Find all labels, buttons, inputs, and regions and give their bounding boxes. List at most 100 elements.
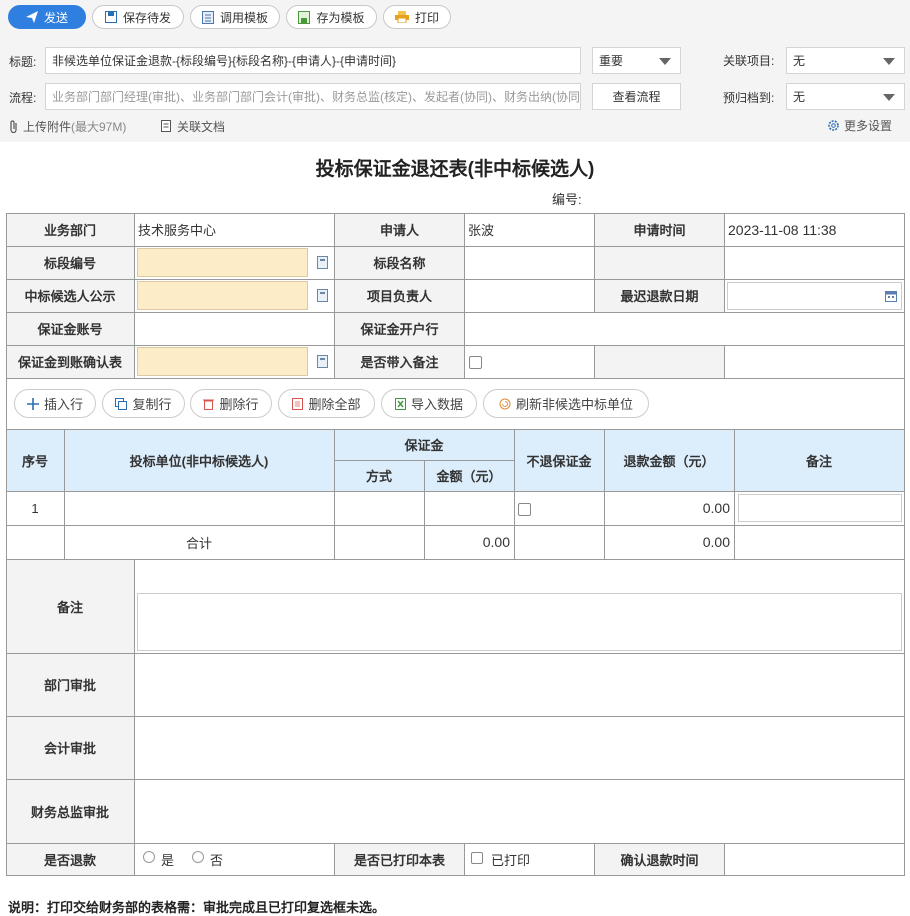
archive-select[interactable]: 无 <box>786 83 905 110</box>
plus-icon <box>26 397 39 410</box>
excel-icon <box>394 397 406 410</box>
print-button[interactable]: 打印 <box>383 5 451 29</box>
applicant-label: 申请人 <box>379 223 419 238</box>
copy-icon <box>115 397 128 410</box>
send-button[interactable]: 发送 <box>8 5 86 29</box>
total-label: 合计 <box>185 535 212 551</box>
priority-select[interactable]: 重要 <box>592 47 681 74</box>
grid-line <box>6 653 905 654</box>
delete-all-button[interactable]: 删除全部 <box>278 389 375 418</box>
grid-line <box>6 559 905 560</box>
upload-label: 上传附件 <box>23 120 72 134</box>
note-textarea[interactable] <box>137 593 902 651</box>
total-amount: 0.00 <box>482 534 510 550</box>
archive-label: 预归档到: <box>723 91 775 105</box>
calendar-icon[interactable] <box>885 290 897 302</box>
grid-line <box>594 345 595 379</box>
candidate-label: 中标候选人公示 <box>24 289 116 304</box>
grid-line <box>6 779 905 780</box>
confirm-label: 保证金到账确认表 <box>17 355 122 370</box>
grid-line <box>724 345 725 379</box>
related-doc-label: 关联文档 <box>177 120 226 134</box>
copy-row-button[interactable]: 复制行 <box>102 389 185 418</box>
send-label: 发送 <box>43 10 68 25</box>
dept-approval-label: 部门审批 <box>43 678 96 693</box>
priority-value: 重要 <box>599 54 624 68</box>
trash-icon <box>203 399 215 410</box>
insert-row-button[interactable]: 插入行 <box>14 389 96 418</box>
confirm-input[interactable] <box>137 347 308 376</box>
save-template-button[interactable]: 存为模板 <box>286 5 377 29</box>
refund-deadline-input[interactable] <box>727 282 902 310</box>
save-template-icon <box>298 10 311 24</box>
row1-no-refund-checkbox[interactable] <box>518 503 531 516</box>
refresh-units-label: 刷新非候选中标单位 <box>515 397 633 412</box>
save-draft-button[interactable]: 保存待发 <box>92 5 184 29</box>
import-data-button[interactable]: 导入数据 <box>381 389 477 418</box>
calculator-icon[interactable] <box>317 256 328 269</box>
copy-row-label: 复制行 <box>132 397 172 412</box>
floppy-icon <box>104 11 117 23</box>
view-flow-button[interactable]: 查看流程 <box>592 83 681 110</box>
printed-checkbox[interactable] <box>471 852 483 864</box>
printer-icon <box>394 11 409 23</box>
more-settings-link[interactable]: 更多设置 <box>827 117 892 134</box>
archive-value: 无 <box>793 90 806 104</box>
grid-line <box>6 716 905 717</box>
with-note-label: 是否带入备注 <box>360 355 439 370</box>
flow-input[interactable]: 业务部门部门经理(审批)、业务部门部门会计(审批)、财务总监(核定)、发起者(协… <box>45 83 581 110</box>
section-no-label: 标段编号 <box>43 256 96 271</box>
related-doc-link[interactable]: 关联文档 <box>161 118 225 135</box>
printed-label: 已打印 <box>491 853 531 868</box>
refund-question-label: 是否退款 <box>43 852 96 868</box>
load-template-button[interactable]: 调用模板 <box>190 5 280 29</box>
candidate-input[interactable] <box>137 281 308 310</box>
with-note-checkbox[interactable] <box>469 356 482 369</box>
refund-yes-radio[interactable] <box>143 851 155 863</box>
account-no-label: 保证金账号 <box>37 322 103 337</box>
grid-line <box>724 843 725 876</box>
calculator-icon[interactable] <box>317 355 328 368</box>
title-label: 标题: <box>9 55 37 69</box>
title-input[interactable]: 非候选单位保证金退款-{标段编号}{标段名称}-{申请人}-{申请时间} <box>45 47 581 74</box>
row1-index: 1 <box>31 500 39 516</box>
related-project-select[interactable]: 无 <box>786 47 905 74</box>
delete-row-label: 删除行 <box>219 397 259 412</box>
applicant-value: 张波 <box>468 223 495 238</box>
delete-row-button[interactable]: 删除行 <box>190 389 272 418</box>
load-template-label: 调用模板 <box>219 10 268 25</box>
dept-label: 业务部门 <box>43 223 96 238</box>
refresh-icon <box>499 398 511 409</box>
accounting-approval-label: 会计审批 <box>43 741 96 756</box>
upload-attachment-link[interactable]: 上传附件 (最大97M) <box>9 118 126 135</box>
grid-line <box>6 378 905 379</box>
dept-value: 技术服务中心 <box>138 223 217 238</box>
apply-time-value: 2023-11-08 11:38 <box>728 221 837 238</box>
refund-no-label: 否 <box>210 853 224 868</box>
refund-yes-label: 是 <box>161 853 175 868</box>
delete-all-label: 删除全部 <box>308 397 361 412</box>
section-no-input[interactable] <box>137 248 308 277</box>
chevron-down-icon <box>883 58 895 65</box>
row1-refund-amount: 0.00 <box>702 500 730 516</box>
col-no-refund-header: 不退保证金 <box>526 453 592 469</box>
bank-label: 保证金开户行 <box>360 322 439 337</box>
serial-label: 编号: <box>552 192 582 207</box>
related-project-label: 关联项目: <box>723 54 775 68</box>
col-deposit-header: 保证金 <box>404 438 444 453</box>
refund-time-label: 确认退款时间 <box>620 852 699 868</box>
insert-row-label: 插入行 <box>43 397 83 412</box>
chevron-down-icon <box>659 58 671 65</box>
print-label: 打印 <box>414 10 439 25</box>
calculator-icon[interactable] <box>317 289 328 302</box>
section-name-label: 标段名称 <box>373 256 426 271</box>
footer-note: 说明：打印交给财务部的表格需：审批完成且已打印复选框未选。 <box>8 900 386 915</box>
refund-no-radio[interactable] <box>192 851 204 863</box>
chevron-down-icon <box>883 94 895 101</box>
trash-all-icon <box>292 397 304 410</box>
paper-plane-icon <box>25 11 38 23</box>
refresh-units-button[interactable]: 刷新非候选中标单位 <box>483 389 649 418</box>
flow-label: 流程: <box>9 91 37 105</box>
row1-note-input[interactable] <box>738 494 902 522</box>
cfo-approval-label: 财务总监审批 <box>30 804 109 820</box>
